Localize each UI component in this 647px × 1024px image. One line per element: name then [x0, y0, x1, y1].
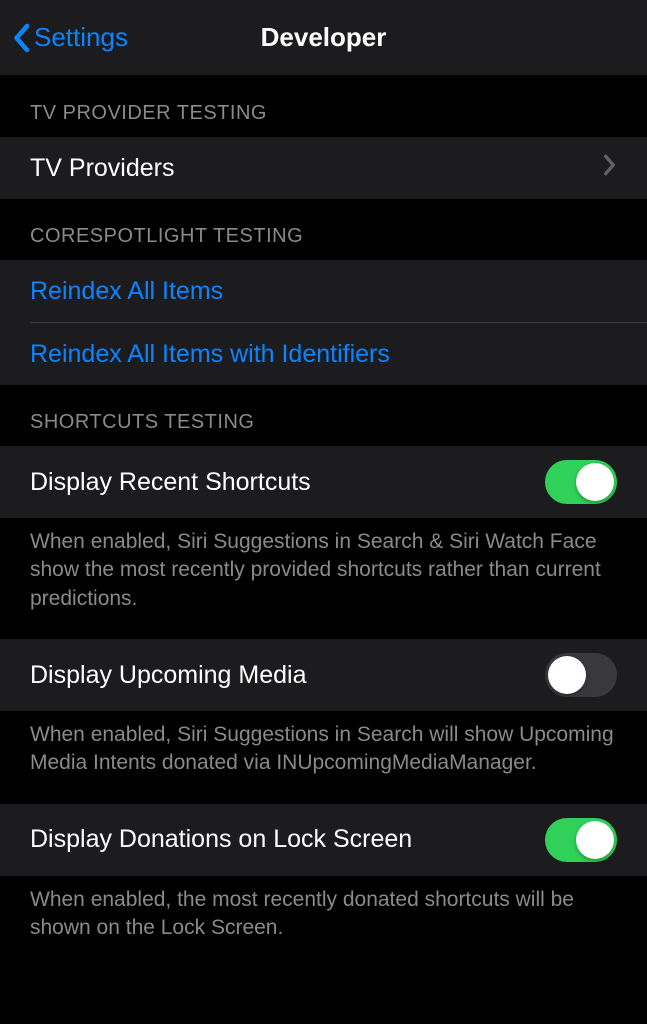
row-label: TV Providers	[30, 154, 174, 183]
row-reindex-identifiers[interactable]: Reindex All Items with Identifiers	[0, 323, 647, 385]
toggle-display-upcoming-media[interactable]	[545, 653, 617, 697]
section-header-shortcuts: SHORTCUTS TESTING	[0, 385, 647, 446]
row-reindex-all[interactable]: Reindex All Items	[0, 260, 647, 322]
row-display-recent-shortcuts[interactable]: Display Recent Shortcuts	[0, 446, 647, 518]
toggle-knob	[548, 656, 586, 694]
toggle-display-donations-lock-screen[interactable]	[545, 818, 617, 862]
footer-display-recent: When enabled, Siri Suggestions in Search…	[0, 518, 647, 639]
row-display-donations-lock-screen[interactable]: Display Donations on Lock Screen	[0, 804, 647, 876]
section-header-tv-provider: TV PROVIDER TESTING	[0, 76, 647, 137]
row-display-upcoming-media[interactable]: Display Upcoming Media	[0, 639, 647, 711]
row-label: Reindex All Items	[30, 277, 223, 306]
navbar: Settings Developer	[0, 0, 647, 76]
group-donations-lock: Display Donations on Lock Screen	[0, 804, 647, 876]
group-corespotlight: Reindex All Items Reindex All Items with…	[0, 260, 647, 385]
group-display-recent: Display Recent Shortcuts	[0, 446, 647, 518]
section-header-corespotlight: CORESPOTLIGHT TESTING	[0, 199, 647, 260]
chevron-right-icon	[603, 154, 617, 183]
page-title: Developer	[261, 22, 387, 53]
chevron-left-icon	[12, 23, 30, 53]
toggle-knob	[576, 821, 614, 859]
toggle-display-recent-shortcuts[interactable]	[545, 460, 617, 504]
back-label: Settings	[34, 22, 128, 53]
row-label: Reindex All Items with Identifiers	[30, 340, 390, 369]
row-label: Display Donations on Lock Screen	[30, 825, 412, 854]
toggle-knob	[576, 463, 614, 501]
footer-donations-lock: When enabled, the most recently donated …	[0, 876, 647, 969]
group-tv-provider: TV Providers	[0, 137, 647, 199]
back-button[interactable]: Settings	[0, 22, 128, 53]
row-tv-providers[interactable]: TV Providers	[0, 137, 647, 199]
row-label: Display Recent Shortcuts	[30, 468, 311, 497]
group-upcoming-media: Display Upcoming Media	[0, 639, 647, 711]
footer-upcoming-media: When enabled, Siri Suggestions in Search…	[0, 711, 647, 804]
row-label: Display Upcoming Media	[30, 661, 307, 690]
